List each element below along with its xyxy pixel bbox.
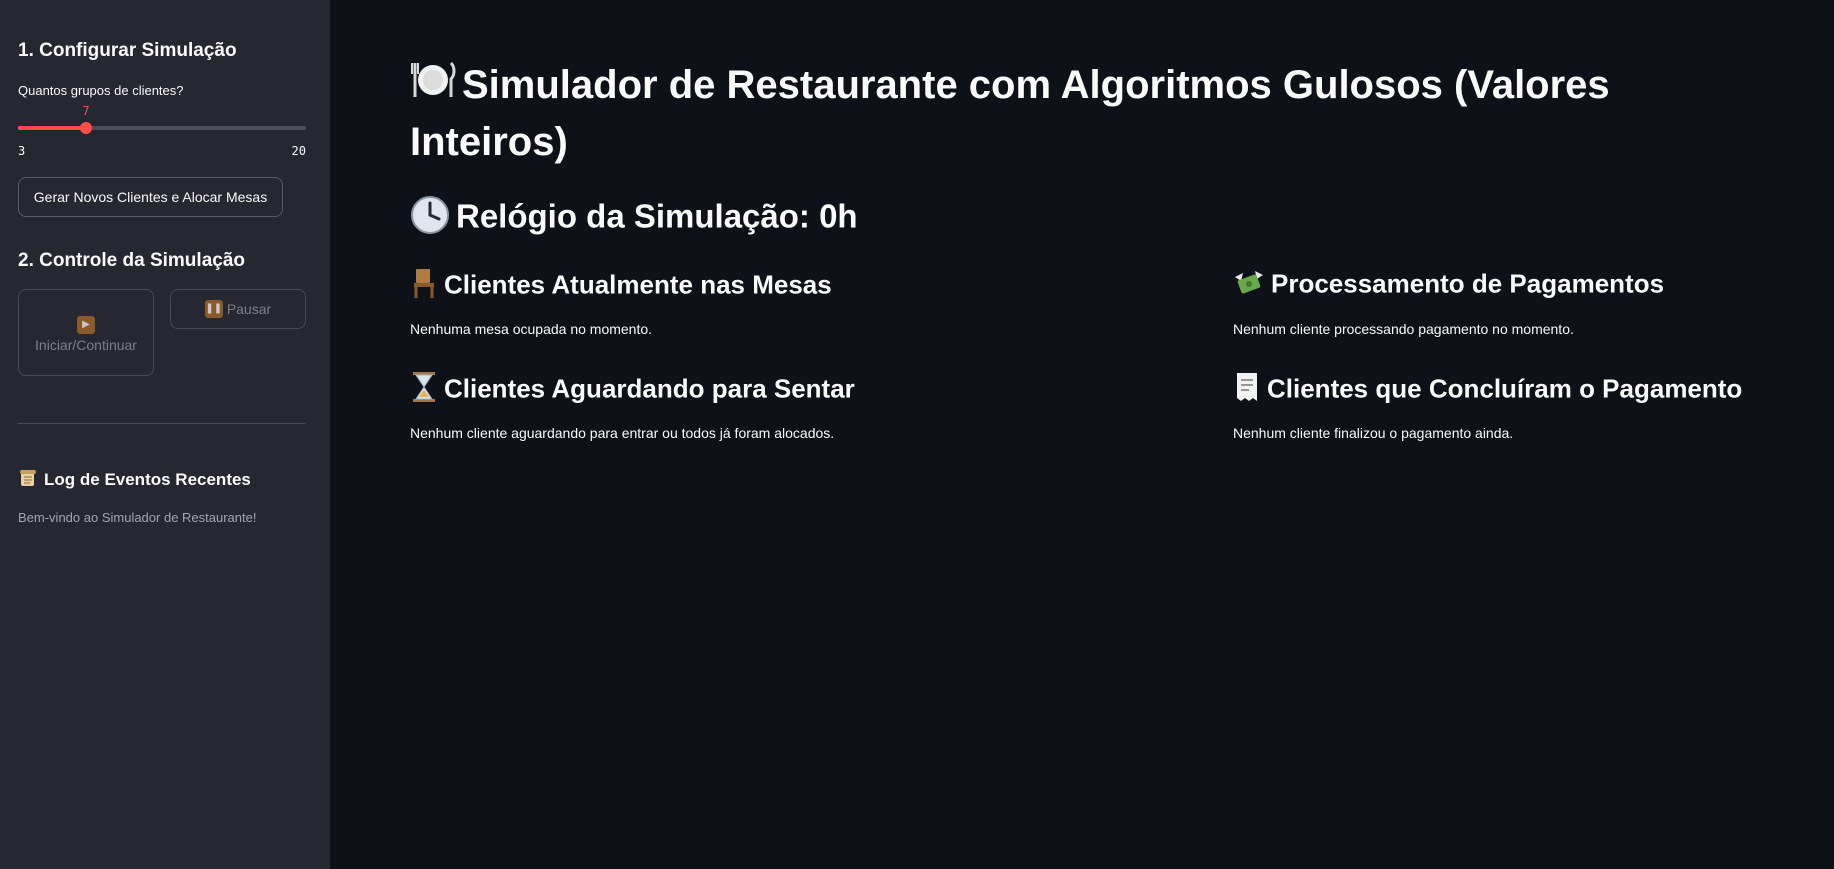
pause-button-label: Pausar	[226, 301, 272, 317]
slider-max-label: 20	[291, 144, 306, 158]
slider-min-label: 3	[18, 144, 26, 158]
generate-clients-button[interactable]: Gerar Novos Clientes e Alocar Mesas	[18, 177, 283, 217]
receipt-icon	[1233, 371, 1261, 410]
payments-heading-text: Processamento de Pagamentos	[1271, 268, 1665, 299]
slider-fill	[18, 126, 86, 130]
app-root: 1. Configurar Simulação Quantos grupos d…	[0, 0, 1834, 869]
payments-heading: Processamento de Pagamentos	[1233, 267, 1664, 304]
start-button-label: Iniciar/Continuar	[35, 336, 137, 353]
paid-heading: Clientes que Concluíram o Pagamento	[1233, 371, 1742, 410]
start-button[interactable]: ▶ Iniciar/Continuar	[18, 289, 154, 376]
waiting-heading-text: Clientes Aguardando para Sentar	[444, 373, 855, 404]
pause-icon: ❚❚	[204, 299, 223, 318]
log-heading: Log de Eventos Recentes	[18, 468, 251, 493]
page-title: Simulador de Restaurante com Algoritmos …	[410, 58, 1710, 169]
config-heading: 1. Configurar Simulação	[18, 40, 237, 61]
tables-status: Nenhuma mesa ocupada no momento.	[410, 321, 653, 337]
groups-slider[interactable]: 7 3 20	[18, 100, 306, 160]
paid-heading-text: Clientes que Concluíram o Pagamento	[1267, 373, 1743, 404]
clock-icon	[410, 195, 450, 243]
slider-value: 7	[82, 104, 90, 118]
groups-label: Quantos grupos de clientes?	[18, 83, 184, 98]
waiting-heading: Clientes Aguardando para Sentar	[410, 371, 855, 410]
paid-status: Nenhum cliente finalizou o pagamento ain…	[1233, 425, 1514, 441]
scroll-icon	[18, 468, 38, 493]
clock-text: Relógio da Simulação: 0h	[456, 197, 858, 235]
plate-cutlery-icon	[410, 59, 456, 115]
tables-heading-text: Clientes Atualmente nas Mesas	[444, 269, 832, 300]
hourglass-icon	[410, 371, 438, 410]
log-heading-label: Log de Eventos Recentes	[44, 469, 251, 489]
tables-heading: Clientes Atualmente nas Mesas	[410, 267, 832, 306]
simulation-clock: Relógio da Simulação: 0h	[410, 195, 858, 243]
page-title-text: Simulador de Restaurante com Algoritmos …	[410, 63, 1610, 165]
payments-status: Nenhum cliente processando pagamento no …	[1233, 321, 1574, 337]
control-heading: 2. Controle da Simulação	[18, 250, 245, 271]
sidebar: 1. Configurar Simulação Quantos grupos d…	[0, 0, 330, 869]
pause-button[interactable]: ❚❚ Pausar	[170, 289, 306, 329]
money-wings-icon	[1233, 267, 1265, 304]
main-content: Simulador de Restaurante com Algoritmos …	[330, 0, 1834, 869]
sidebar-divider	[18, 423, 306, 424]
play-icon: ▶	[77, 315, 95, 334]
log-entry: Bem-vindo ao Simulador de Restaurante!	[18, 510, 257, 525]
waiting-status: Nenhum cliente aguardando para entrar ou…	[410, 425, 835, 441]
slider-thumb[interactable]	[80, 122, 92, 134]
chair-icon	[410, 267, 438, 306]
